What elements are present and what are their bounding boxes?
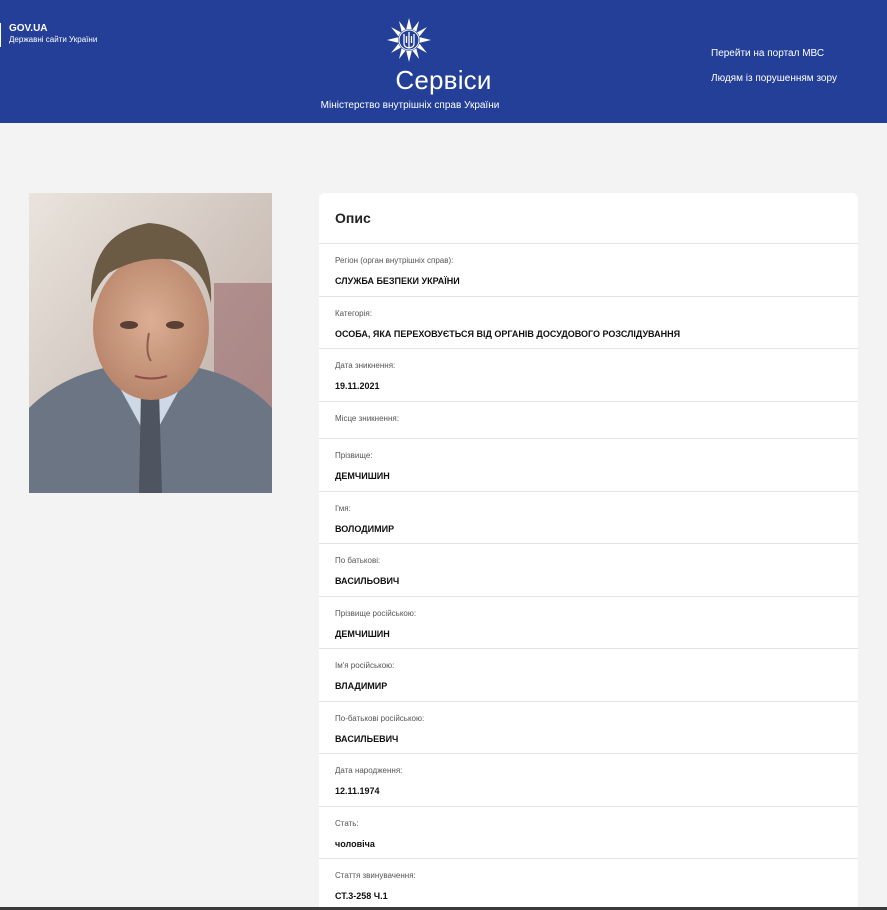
field-category: Категорія: ОСОБА, ЯКА ПЕРЕХОВУЄТЬСЯ ВІД … bbox=[319, 297, 858, 349]
card-title: Опис bbox=[319, 193, 858, 244]
field-value: 12.11.1974 bbox=[335, 786, 380, 796]
site-subtitle: Міністерство внутрішніх справ України bbox=[320, 100, 500, 111]
field-label: Прізвище: bbox=[335, 451, 373, 460]
field-value: ОСОБА, ЯКА ПЕРЕХОВУЄТЬСЯ ВІД ОРГАНІВ ДОС… bbox=[335, 329, 681, 339]
field-label: Місце зникнення: bbox=[335, 414, 399, 423]
field-value: ДЕМЧИШИН bbox=[335, 471, 390, 481]
field-disappearance-date: Дата зникнення: 19.11.2021 bbox=[319, 349, 858, 402]
field-label: Категорія: bbox=[335, 309, 372, 318]
gov-ua-subtitle: Державні сайти України bbox=[9, 35, 98, 44]
field-disappearance-place: Місце зникнення: bbox=[319, 402, 858, 439]
police-emblem-icon[interactable] bbox=[387, 18, 431, 62]
field-label: Прізвище російською: bbox=[335, 609, 417, 618]
field-label: Стать: bbox=[335, 819, 359, 828]
field-value: 19.11.2021 bbox=[335, 381, 380, 391]
site-header: GOV.UA Державні сайти України Сервіси Мі… bbox=[0, 0, 887, 123]
field-charge-article: Стаття звинувачення: СТ.3-258 Ч.1 bbox=[319, 859, 858, 910]
field-value: СЛУЖБА БЕЗПЕКИ УКРАЇНИ bbox=[335, 276, 460, 286]
field-value: ВОЛОДИМИР bbox=[335, 524, 395, 534]
gov-ua-title: GOV.UA bbox=[9, 23, 48, 34]
description-card: Опис Регіон (орган внутрішніх справ): СЛ… bbox=[319, 193, 858, 910]
field-first-name-ru: Ім'я російською: ВЛАДИМИР bbox=[319, 649, 858, 702]
mvs-portal-link[interactable]: Перейти на портал МВС bbox=[711, 48, 824, 60]
field-label: Стаття звинувачення: bbox=[335, 871, 416, 880]
field-sex: Стать: чоловіча bbox=[319, 807, 858, 859]
person-photo bbox=[29, 193, 272, 493]
field-first-name: І'мя: ВОЛОДИМИР bbox=[319, 492, 858, 544]
field-patronymic-ru: По-батькові російською: ВАСИЛЬЕВИЧ bbox=[319, 702, 858, 754]
field-birth-date: Дата народження: 12.11.1974 bbox=[319, 754, 858, 807]
accessibility-link[interactable]: Людям із порушенням зору bbox=[711, 73, 837, 85]
field-label: По батькові: bbox=[335, 556, 381, 565]
field-patronymic: По батькові: ВАСИЛЬОВИЧ bbox=[319, 544, 858, 597]
field-value: ВАСИЛЬОВИЧ bbox=[335, 576, 400, 586]
field-value: чоловіча bbox=[335, 839, 375, 849]
field-surname: Прізвище: ДЕМЧИШИН bbox=[319, 439, 858, 492]
field-value: ВАСИЛЬЕВИЧ bbox=[335, 734, 399, 744]
field-label: Регіон (орган внутрішніх справ): bbox=[335, 256, 454, 265]
gov-ua-link[interactable]: GOV.UA Державні сайти України bbox=[0, 23, 97, 47]
field-value: ДЕМЧИШИН bbox=[335, 629, 390, 639]
field-label: І'мя: bbox=[335, 504, 351, 513]
field-value: ВЛАДИМИР bbox=[335, 681, 388, 691]
field-value: СТ.3-258 Ч.1 bbox=[335, 891, 388, 901]
field-label: Дата зникнення: bbox=[335, 361, 396, 370]
field-label: Ім'я російською: bbox=[335, 661, 395, 670]
field-surname-ru: Прізвище російською: ДЕМЧИШИН bbox=[319, 597, 858, 649]
field-label: По-батькові російською: bbox=[335, 714, 425, 723]
field-region: Регіон (орган внутрішніх справ): СЛУЖБА … bbox=[319, 244, 858, 297]
field-label: Дата народження: bbox=[335, 766, 403, 775]
